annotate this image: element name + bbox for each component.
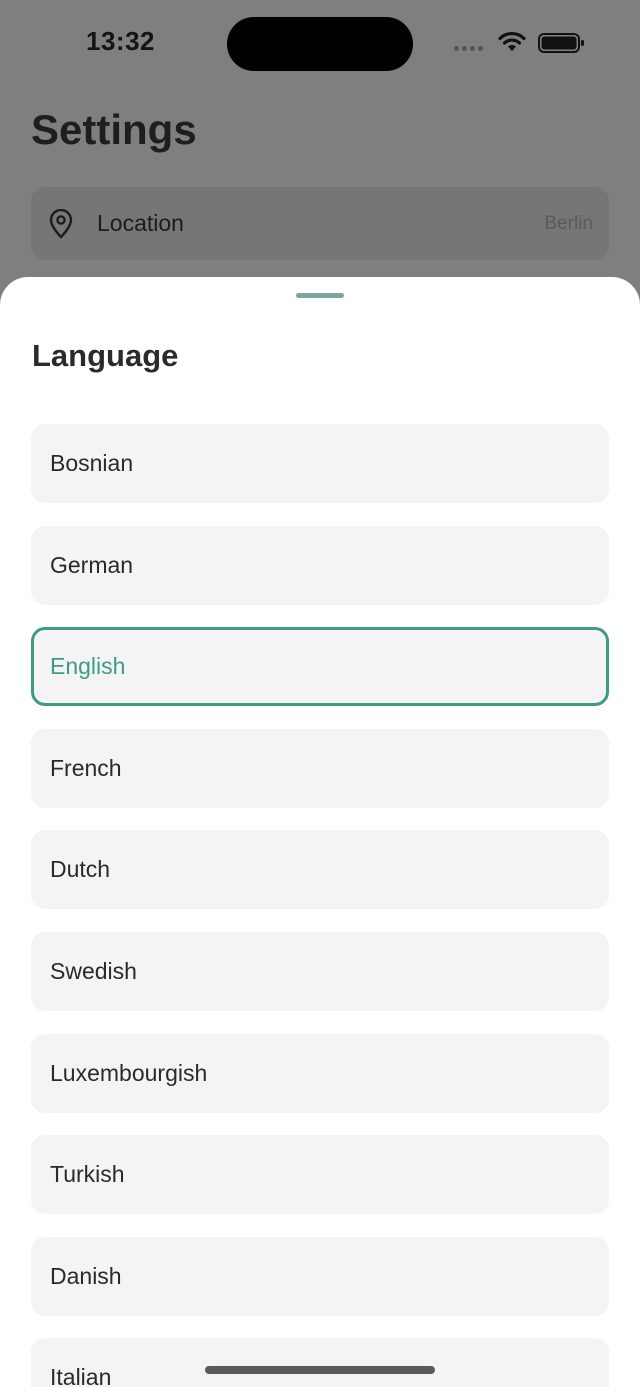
location-label: Location [97, 210, 184, 236]
cellular-signal-icon [454, 46, 483, 51]
language-option-french[interactable]: French [31, 728, 609, 808]
sheet-grab-handle[interactable] [296, 293, 344, 298]
wifi-icon [498, 31, 526, 51]
location-value: Berlin [544, 213, 593, 234]
language-option-swedish[interactable]: Swedish [31, 931, 609, 1011]
language-bottom-sheet: Language Bosnian German English French D… [0, 277, 640, 1387]
page-title: Settings [31, 106, 197, 153]
language-option-danish[interactable]: Danish [31, 1236, 609, 1316]
location-setting-row[interactable]: Location Berlin [31, 187, 609, 260]
language-option-english[interactable]: English [31, 627, 609, 707]
location-pin-icon [49, 209, 73, 239]
dynamic-island [227, 17, 413, 71]
language-option-italian[interactable]: Italian [31, 1338, 609, 1387]
battery-icon [538, 33, 584, 53]
language-option-luxembourgish[interactable]: Luxembourgish [31, 1033, 609, 1113]
language-option-bosnian[interactable]: Bosnian [31, 424, 609, 503]
home-indicator[interactable] [205, 1366, 435, 1374]
language-option-german[interactable]: German [31, 525, 609, 605]
sheet-title: Language [32, 338, 179, 373]
status-time: 13:32 [86, 26, 155, 56]
language-option-dutch[interactable]: Dutch [31, 830, 609, 910]
status-bar: 13:32 [0, 0, 640, 86]
language-option-turkish[interactable]: Turkish [31, 1135, 609, 1215]
language-list: Bosnian German English French Dutch Swed… [31, 424, 609, 1387]
